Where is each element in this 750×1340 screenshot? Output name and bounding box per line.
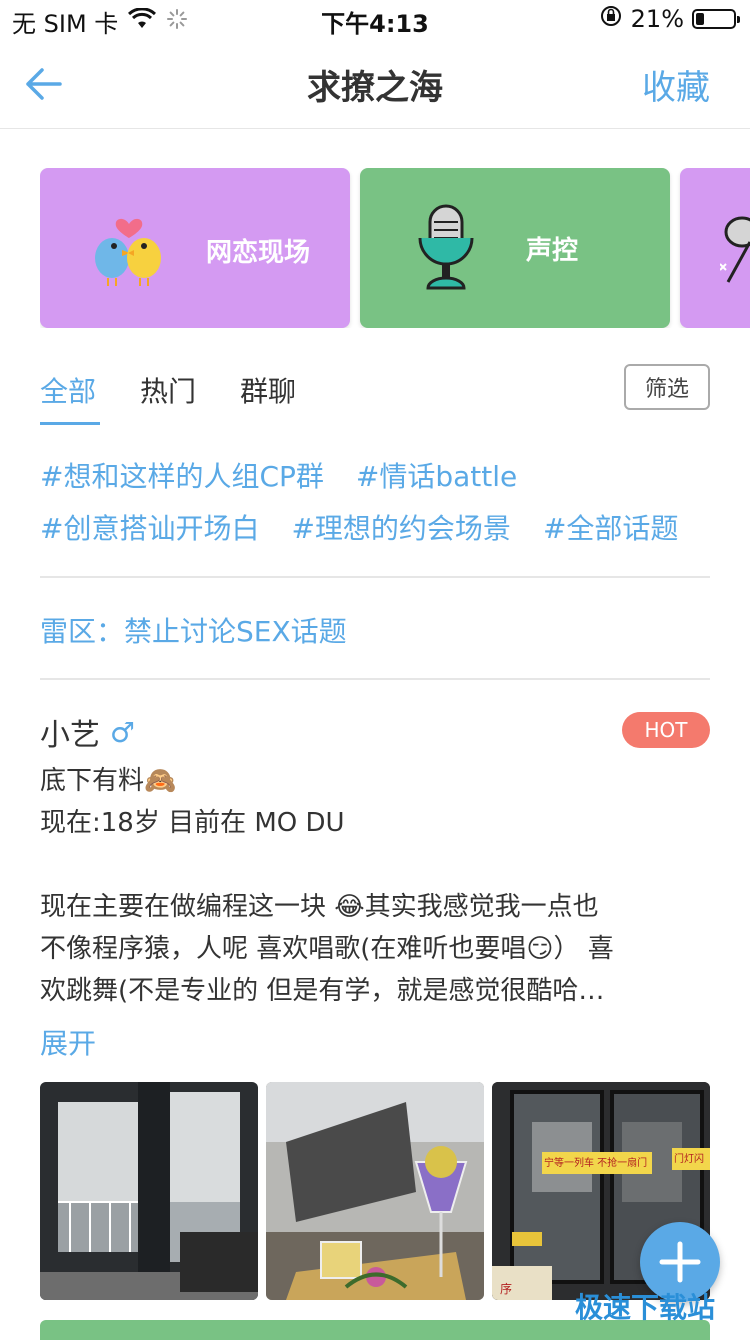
post-photo-window-view[interactable] — [40, 1082, 258, 1300]
category-card-online-love[interactable]: 网恋现场 — [40, 168, 350, 328]
post-body-line: 欢跳舞(不是专业的 但是有学，就是感觉很酷哈… — [40, 976, 605, 1006]
post-author[interactable]: 小艺 ♂ — [40, 710, 135, 754]
divider — [40, 678, 710, 680]
battery-level — [696, 13, 704, 25]
microphone-icon — [414, 202, 478, 296]
status-bar: 无 SIM 卡 下午4:13 21% — [0, 0, 750, 40]
post-photo-drink[interactable] — [266, 1082, 484, 1300]
photo-sign-text: 序 — [500, 1282, 513, 1296]
minefield-notice[interactable]: 雷区：禁止讨论SEX话题 — [40, 610, 347, 650]
username: 小艺 — [40, 718, 100, 753]
partial-icon — [719, 212, 750, 296]
active-tab-indicator — [40, 422, 100, 425]
battery-icon — [692, 9, 740, 29]
category-card-partial[interactable] — [680, 168, 750, 328]
photo-sign-text: 宁等一列车 不抢一扇门 — [544, 1158, 648, 1169]
tab-bar: 全部 热门 群聊 筛选 — [40, 362, 710, 428]
photo-grid: 宁等一列车 不抢一扇门 门灯闪 序 — [40, 1082, 710, 1300]
post-line: 底下有料🙈 — [40, 766, 177, 796]
category-carousel[interactable]: 网恋现场 声控 — [40, 168, 750, 328]
nav-bar: 求撩之海 收藏 — [0, 40, 750, 129]
tab-all[interactable]: 全部 — [40, 370, 96, 410]
topic-link[interactable]: #想和这样的人组CP群 — [40, 455, 324, 507]
filter-button[interactable]: 筛选 — [624, 364, 710, 410]
category-card-voice[interactable]: 声控 — [360, 168, 670, 328]
expand-link[interactable]: 展开 — [40, 1022, 96, 1062]
post-line: 现在:18岁 目前在 MO DU — [40, 808, 345, 838]
topic-link[interactable]: #情话battle — [356, 455, 517, 507]
category-label: 网恋现场 — [206, 238, 311, 268]
post-body-line: 现在主要在做编程这一块 😂其实我感觉我一点也 — [40, 892, 599, 922]
watermark-text: 极速下载站 — [575, 1291, 716, 1324]
topic-link[interactable]: #创意搭讪开场白 — [40, 507, 259, 559]
topic-link[interactable]: #理想的约会场景 — [291, 507, 510, 559]
category-label: 声控 — [526, 236, 579, 266]
battery-percent: 21% — [630, 5, 684, 33]
photo-sign-text: 门灯闪 — [674, 1154, 704, 1165]
tab-group-chat[interactable]: 群聊 — [240, 370, 296, 410]
male-gender-icon: ♂ — [110, 715, 136, 749]
favorite-button[interactable]: 收藏 — [642, 60, 710, 109]
all-topics-link[interactable]: #全部话题 — [543, 507, 678, 559]
topic-list: #想和这样的人组CP群 #情话battle #创意搭讪开场白 #理想的约会场景 … — [40, 455, 730, 559]
divider — [40, 576, 710, 578]
tab-hot[interactable]: 热门 — [140, 370, 196, 410]
rotation-lock-icon — [599, 4, 623, 34]
lovebirds-icon — [88, 206, 170, 292]
hot-badge: HOT — [622, 712, 710, 748]
page-title: 求撩之海 — [307, 68, 443, 108]
post-body-line: 不像程序猿，人呢 喜欢唱歌(在难听也要唱😏） 喜 — [40, 934, 614, 964]
